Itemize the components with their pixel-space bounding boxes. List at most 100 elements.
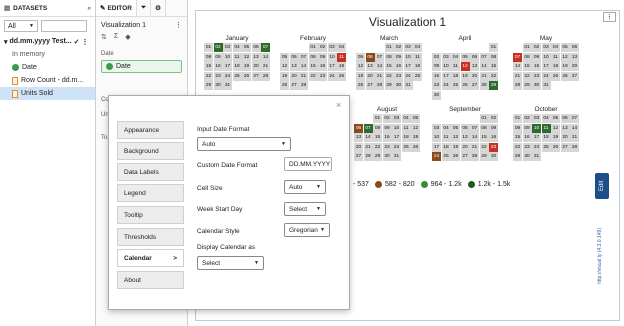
day-cell[interactable]: 17 [392, 133, 401, 142]
day-cell[interactable]: 29 [489, 81, 498, 90]
day-cell[interactable]: 16 [522, 133, 532, 142]
tab-settings[interactable]: ⚙ [151, 0, 166, 16]
nav-calendar[interactable]: Calendar > [117, 249, 184, 267]
day-cell[interactable]: 22 [489, 71, 498, 81]
day-cell[interactable]: 02 [532, 43, 541, 52]
day-cell[interactable]: 30 [489, 152, 498, 161]
day-cell[interactable]: 02 [318, 43, 327, 52]
day-cell[interactable]: 15 [489, 62, 498, 71]
day-cell[interactable]: 23 [432, 81, 441, 90]
day-cell[interactable]: 20 [560, 133, 570, 142]
day-cell[interactable]: 25 [232, 71, 242, 81]
day-cell[interactable]: 25 [441, 152, 451, 161]
day-cell[interactable]: 18 [337, 62, 346, 71]
week-start-select[interactable]: Select ▼ [284, 202, 326, 216]
day-cell[interactable]: 22 [513, 142, 522, 152]
day-cell[interactable]: 05 [460, 52, 470, 62]
day-cell[interactable]: 10 [392, 123, 401, 133]
day-cell[interactable]: 01 [489, 43, 498, 52]
day-cell[interactable]: 02 [382, 114, 392, 123]
day-cell[interactable]: 14 [570, 123, 579, 133]
day-cell[interactable]: 28 [513, 81, 522, 90]
day-cell[interactable]: 27 [289, 81, 299, 90]
day-cell[interactable]: 27 [560, 142, 570, 152]
day-cell[interactable]: 06 [289, 52, 299, 62]
nav-appearance[interactable]: Appearance [117, 121, 184, 139]
day-cell[interactable]: 17 [327, 62, 337, 71]
day-cell[interactable]: 20 [470, 71, 479, 81]
day-cell[interactable]: 18 [401, 133, 411, 142]
day-cell[interactable]: 19 [411, 133, 420, 142]
day-cell[interactable]: 16 [382, 133, 392, 142]
day-cell[interactable]: 16 [318, 62, 327, 71]
day-cell[interactable]: 25 [451, 81, 460, 90]
dataset-item[interactable]: ▾ dd.mm.yyyy Test... ✓ ⋮ [0, 35, 95, 48]
day-cell[interactable]: 21 [363, 142, 373, 152]
day-cell[interactable]: 02 [432, 52, 441, 62]
day-cell[interactable]: 16 [394, 62, 403, 71]
day-cell[interactable]: 17 [223, 62, 232, 71]
day-cell[interactable]: 30 [432, 90, 441, 100]
day-cell[interactable]: 25 [401, 142, 411, 152]
day-cell[interactable]: 18 [413, 62, 422, 71]
day-cell[interactable]: 24 [441, 81, 451, 90]
day-cell[interactable]: 14 [261, 52, 270, 62]
day-cell[interactable]: 24 [403, 71, 413, 81]
day-cell[interactable]: 24 [223, 71, 232, 81]
day-cell[interactable]: 12 [451, 133, 460, 142]
day-cell[interactable]: 14 [363, 133, 373, 142]
day-cell[interactable]: 12 [551, 123, 560, 133]
day-cell[interactable]: 04 [413, 43, 422, 52]
day-cell[interactable]: 13 [354, 133, 363, 142]
day-cell[interactable]: 04 [451, 52, 460, 62]
day-cell[interactable]: 06 [354, 123, 363, 133]
day-cell[interactable]: 05 [560, 43, 570, 52]
day-cell[interactable]: 15 [308, 62, 318, 71]
day-cell[interactable]: 17 [432, 142, 441, 152]
day-cell[interactable]: 31 [541, 81, 551, 90]
day-cell[interactable]: 30 [213, 81, 223, 90]
day-cell[interactable]: 26 [460, 81, 470, 90]
day-cell[interactable]: 02 [394, 43, 403, 52]
day-cell[interactable]: 23 [318, 71, 327, 81]
day-cell[interactable]: 09 [489, 123, 498, 133]
day-cell[interactable]: 23 [213, 71, 223, 81]
day-cell[interactable]: 05 [280, 52, 289, 62]
day-cell[interactable]: 23 [522, 142, 532, 152]
day-cell[interactable]: 11 [541, 123, 551, 133]
field-units-sold[interactable]: Units Sold [0, 87, 95, 100]
day-cell[interactable]: 26 [242, 71, 251, 81]
day-cell[interactable]: 08 [384, 52, 394, 62]
day-cell[interactable]: 12 [411, 123, 420, 133]
day-cell[interactable]: 07 [479, 52, 489, 62]
day-cell[interactable]: 18 [541, 133, 551, 142]
day-cell[interactable]: 18 [551, 62, 560, 71]
day-cell[interactable]: 14 [375, 62, 384, 71]
day-cell[interactable]: 19 [280, 71, 289, 81]
day-cell[interactable]: 13 [365, 62, 375, 71]
day-cell[interactable]: 26 [280, 81, 289, 90]
more-icon[interactable]: ⋮ [175, 21, 182, 29]
day-cell[interactable]: 22 [373, 142, 382, 152]
day-cell[interactable]: 13 [289, 62, 299, 71]
day-cell[interactable]: 01 [204, 43, 213, 52]
eraser-icon[interactable]: ◆ [125, 33, 130, 41]
day-cell[interactable]: 20 [460, 142, 470, 152]
day-cell[interactable]: 21 [299, 71, 308, 81]
day-cell[interactable]: 03 [541, 43, 551, 52]
day-cell[interactable]: 30 [394, 81, 403, 90]
dataset-search-input[interactable] [41, 20, 87, 32]
day-cell[interactable]: 28 [375, 81, 384, 90]
more-icon[interactable]: ⋮ [82, 38, 89, 46]
day-cell[interactable]: 25 [413, 71, 422, 81]
day-cell[interactable]: 27 [460, 152, 470, 161]
dataset-filter-select[interactable]: All ▼ [4, 20, 38, 32]
day-cell[interactable]: 07 [299, 52, 308, 62]
expand-icon[interactable]: ▾ [4, 38, 8, 46]
day-cell[interactable]: 27 [354, 152, 363, 161]
day-cell[interactable]: 07 [261, 43, 270, 52]
tab-editor[interactable]: ✎ EDITOR [96, 0, 137, 16]
date-chip[interactable]: Date [101, 60, 182, 73]
day-cell[interactable]: 12 [560, 52, 570, 62]
viz-menu-icon[interactable]: ⋮ [603, 12, 616, 22]
